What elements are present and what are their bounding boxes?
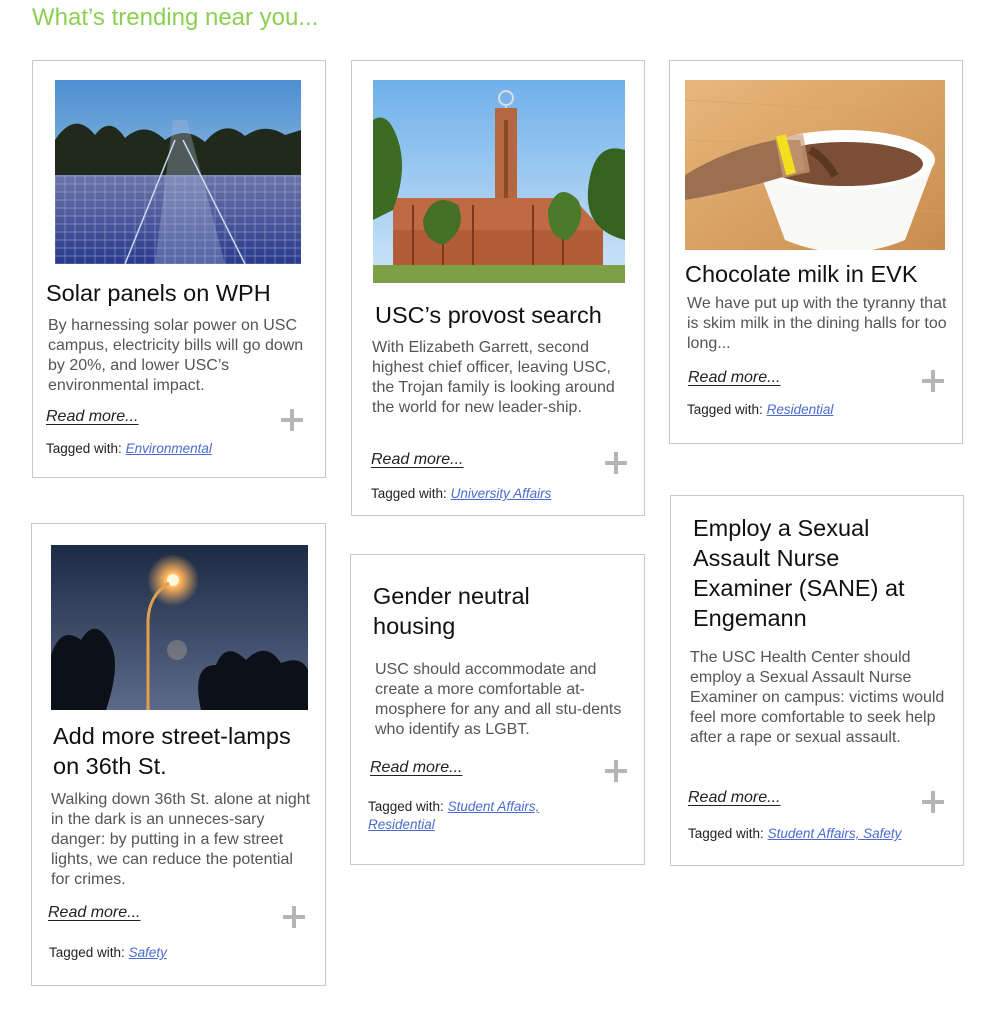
read-more-link[interactable]: Read more... (688, 369, 780, 387)
card-title: Solar panels on WPH (46, 280, 271, 306)
tags: Tagged with: Residential (687, 401, 953, 419)
campus-tower-image (373, 80, 625, 283)
plus-icon[interactable] (922, 370, 944, 392)
tagged-with-label: Tagged with: (46, 441, 122, 456)
card-description: USC should accommodate and create a more… (375, 661, 622, 738)
tags: Tagged with: Student Affairs, Residentia… (368, 798, 598, 834)
tagged-with-label: Tagged with: (49, 945, 125, 960)
tag-link[interactable]: Environmental (126, 441, 212, 456)
tag-link[interactable]: Student Affairs, Safety (768, 826, 902, 841)
solar-panels-image (55, 80, 301, 264)
card-title: Chocolate milk in EVK (685, 261, 918, 287)
chocolate-milk-image (685, 80, 945, 250)
tagged-with-label: Tagged with: (368, 799, 444, 814)
trend-card-gender-neutral-housing: Gender neutral housing USC should accomm… (350, 554, 645, 865)
card-description: The USC Health Center should employ a Se… (690, 649, 945, 746)
tagged-with-label: Tagged with: (688, 826, 764, 841)
card-description: By harnessing solar power on USC campus,… (48, 317, 304, 394)
plus-icon[interactable] (281, 409, 303, 431)
card-title: Add more street-lamps on 36th St. (53, 723, 291, 779)
tag-link[interactable]: Safety (129, 945, 167, 960)
read-more-link[interactable]: Read more... (370, 759, 462, 777)
card-description: We have put up with the tyranny that is … (687, 295, 947, 352)
page-title: What’s trending near you... (32, 4, 319, 31)
plus-icon[interactable] (605, 760, 627, 782)
trend-card-solar-panels: Solar panels on WPH By harnessing solar … (32, 60, 326, 478)
card-description: With Elizabeth Garrett, second highest c… (372, 339, 615, 416)
tags: Tagged with: Environmental (46, 440, 312, 458)
tags: Tagged with: Student Affairs, Safety (688, 825, 958, 843)
trend-card-chocolate-milk: Chocolate milk in EVK We have put up wit… (669, 60, 963, 444)
read-more-link[interactable]: Read more... (48, 904, 140, 922)
tags: Tagged with: Safety (49, 944, 315, 962)
card-description: Walking down 36th St. alone at night in … (51, 791, 311, 888)
plus-icon[interactable] (605, 452, 627, 474)
card-title: USC’s provost search (375, 302, 602, 328)
trend-card-street-lamps: Add more street-lamps on 36th St. Walkin… (31, 523, 326, 986)
read-more-link[interactable]: Read more... (688, 789, 780, 807)
card-title: Employ a Sexual Assault Nurse Examiner (… (693, 515, 905, 631)
tag-link[interactable]: Residential (767, 402, 834, 417)
trend-card-sane: Employ a Sexual Assault Nurse Examiner (… (670, 495, 964, 866)
tagged-with-label: Tagged with: (371, 486, 447, 501)
plus-icon[interactable] (283, 906, 305, 928)
tags: Tagged with: University Affairs (371, 485, 637, 503)
read-more-link[interactable]: Read more... (371, 451, 463, 469)
tagged-with-label: Tagged with: (687, 402, 763, 417)
plus-icon[interactable] (922, 791, 944, 813)
trend-card-provost-search: USC’s provost search With Elizabeth Garr… (351, 60, 645, 516)
read-more-link[interactable]: Read more... (46, 408, 138, 426)
street-lamp-image (51, 545, 308, 710)
card-title: Gender neutral housing (373, 583, 530, 639)
tag-link[interactable]: University Affairs (451, 486, 552, 501)
